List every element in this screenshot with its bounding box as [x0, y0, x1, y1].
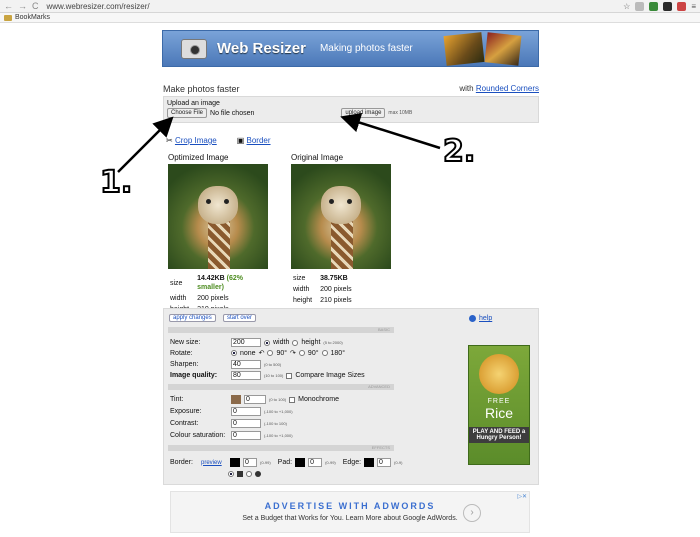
arrow-to-choose-file: [117, 116, 174, 173]
annotation-arrows: [117, 112, 441, 173]
arrow-to-upload-button: [340, 112, 441, 150]
